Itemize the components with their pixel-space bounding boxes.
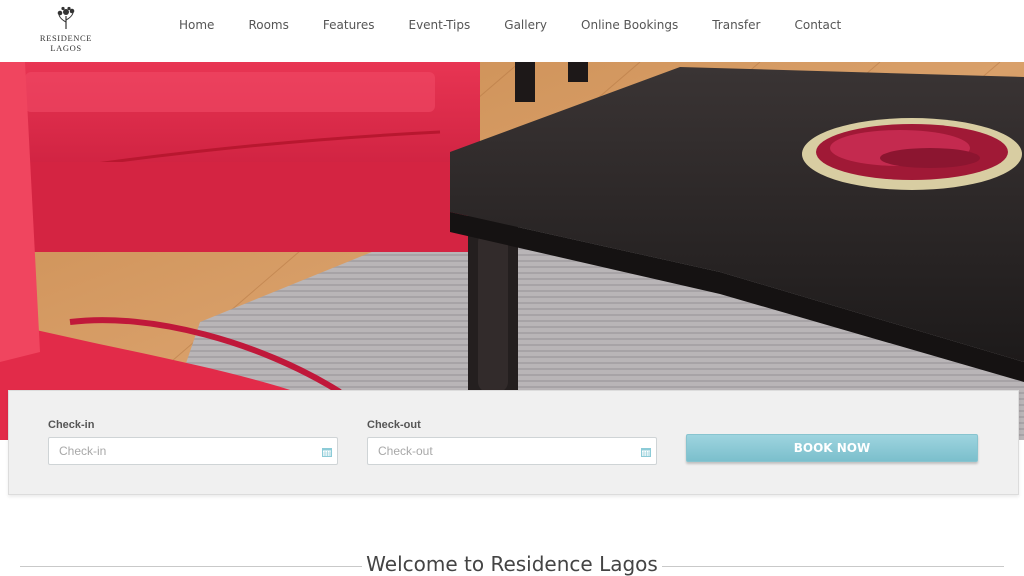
booking-form: Check-in Check-out BOOK NOW bbox=[8, 390, 1019, 495]
main-nav: Home Rooms Features Event-Tips Gallery O… bbox=[162, 0, 858, 50]
checkout-field[interactable] bbox=[367, 437, 657, 465]
checkin-field[interactable] bbox=[48, 437, 338, 465]
checkout-label: Check-out bbox=[367, 419, 421, 431]
calendar-icon[interactable] bbox=[322, 447, 332, 457]
nav-features[interactable]: Features bbox=[323, 18, 375, 32]
calendar-icon[interactable] bbox=[641, 447, 651, 457]
nav-rooms[interactable]: Rooms bbox=[248, 18, 288, 32]
nav-gallery[interactable]: Gallery bbox=[504, 18, 547, 32]
checkin-label: Check-in bbox=[48, 419, 95, 431]
book-now-button[interactable]: BOOK NOW bbox=[686, 434, 978, 462]
hero-image bbox=[0, 62, 1024, 440]
nav-online-bookings[interactable]: Online Bookings bbox=[581, 18, 678, 32]
flower-logo-icon bbox=[57, 6, 75, 29]
site-header: RESIDENCE LAGOS Home Rooms Features Even… bbox=[0, 0, 1024, 62]
checkin-input[interactable] bbox=[49, 438, 324, 464]
checkout-input[interactable] bbox=[368, 438, 643, 464]
logo-text: RESIDENCE LAGOS bbox=[39, 33, 93, 53]
nav-home[interactable]: Home bbox=[179, 18, 214, 32]
nav-transfer[interactable]: Transfer bbox=[712, 18, 760, 32]
nav-event-tips[interactable]: Event-Tips bbox=[408, 18, 470, 32]
welcome-title: Welcome to Residence Lagos bbox=[366, 552, 658, 576]
logo[interactable]: RESIDENCE LAGOS bbox=[26, 6, 106, 53]
nav-contact[interactable]: Contact bbox=[794, 18, 841, 32]
